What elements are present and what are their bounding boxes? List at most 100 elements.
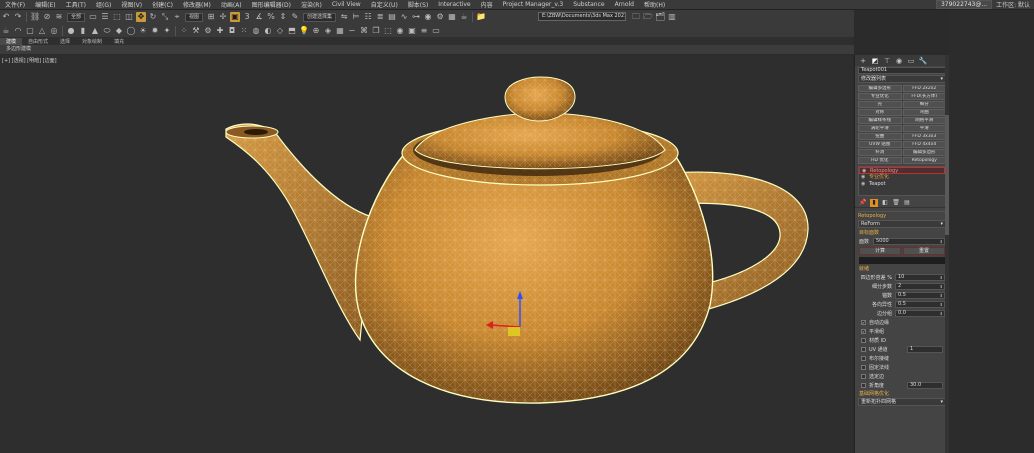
configure-sets-icon[interactable]: ▤ (903, 199, 911, 207)
window-crossing-icon[interactable]: ◫ (124, 12, 134, 22)
select-manipulate-icon[interactable]: ✢ (218, 12, 228, 22)
menu-item[interactable]: Civil View (327, 1, 366, 8)
modifier-button[interactable]: 扭曲 (858, 133, 902, 140)
clone-icon[interactable]: ❐ (371, 26, 381, 36)
omni-light-icon[interactable]: ✦ (162, 26, 172, 36)
menu-item[interactable]: 修改器(M) (178, 0, 216, 9)
remove-modifier-icon[interactable]: 🗑 (892, 199, 900, 207)
menu-item[interactable]: 组(G) (91, 0, 116, 9)
cone-icon[interactable]: ▲ (90, 26, 100, 36)
menu-item[interactable]: 帮助(H) (639, 0, 670, 9)
ribbon-tab[interactable]: 自由形式 (22, 38, 54, 45)
stack-item[interactable]: ◉ Retopology (859, 167, 945, 174)
ribbon-tab[interactable]: 填充 (108, 38, 130, 45)
selection-filter-select[interactable]: 全部 (67, 12, 86, 22)
footer-select[interactable]: 重新拓扑四网格 (858, 398, 946, 406)
frame-icon[interactable]: ▭ (431, 26, 441, 36)
align-icon[interactable]: ⊨ (351, 12, 361, 22)
checkbox-box[interactable]: ✓ (861, 319, 866, 325)
ribbon-tab[interactable]: 建模 (0, 37, 23, 45)
param-spinner[interactable]: 2 (895, 282, 945, 290)
rect-region-icon[interactable]: ⬚ (112, 12, 122, 22)
bulb-icon[interactable]: 💡 (299, 26, 309, 36)
visibility-icon[interactable]: ◉ (861, 181, 865, 188)
viewport-label[interactable]: [+] [透视] [明暗] [边面] (2, 57, 57, 64)
menu-item[interactable]: 图形编辑器(D) (247, 0, 296, 9)
perspective-viewport[interactable]: [+] [透视] [明暗] [边面] (0, 55, 853, 453)
compute-button[interactable]: 计算 (859, 247, 901, 255)
modifier-list-select[interactable]: 修改器列表 (858, 75, 946, 83)
ribbon-tab[interactable]: 对象绘制 (76, 38, 108, 45)
utilities-tab-icon[interactable]: 🔧 (917, 57, 929, 65)
rotate-icon[interactable]: ↻ (148, 12, 158, 22)
modifier-button[interactable]: 弯曲 (902, 109, 946, 116)
modifier-button[interactable]: 编辑样条线 (858, 117, 902, 124)
spindle-icon[interactable]: ◆ (114, 26, 124, 36)
target-icon[interactable]: ⊕ (311, 26, 321, 36)
menu-item[interactable]: 视图(V) (116, 0, 147, 9)
place-icon[interactable]: ⌖ (172, 12, 182, 22)
align-icon[interactable]: ≡ (419, 26, 429, 36)
modifier-button[interactable]: 编辑多边形 (858, 85, 902, 92)
keyboard-shortcut-override-icon[interactable]: ▣ (230, 12, 241, 22)
mirror-icon[interactable]: ⇋ (339, 12, 349, 22)
user-account[interactable]: 379022743@... (935, 0, 993, 9)
display-tab-icon[interactable]: ▭ (905, 57, 917, 65)
link-icon[interactable]: ⛓ (30, 12, 40, 22)
menu-item[interactable]: Substance (568, 1, 609, 8)
toggle-layer-explorer-icon[interactable]: ≣ (375, 12, 385, 22)
show-end-result-icon[interactable]: ▮ (870, 198, 878, 207)
open-folder-icon[interactable]: 🗁 (643, 12, 653, 22)
modifier-button[interactable]: 网格平滑 (902, 117, 946, 124)
project-path-field[interactable]: E:\ZBW\Documents\3ds Max 2021 (538, 12, 626, 21)
save-folder-icon[interactable]: 🗂 (655, 12, 665, 22)
modifier-button[interactable]: UVW 贴图 (858, 141, 902, 148)
group-icon[interactable]: ▣ (407, 26, 417, 36)
select-icon[interactable]: ⬚ (383, 26, 393, 36)
grid-icon[interactable]: ▦ (335, 26, 345, 36)
option-checkbox[interactable]: 布尔接缝 (861, 354, 943, 362)
material-ball-icon[interactable]: ◐ (263, 26, 273, 36)
cube-icon[interactable]: ⬒ (287, 26, 297, 36)
option-checkbox[interactable]: 固定法线 (861, 363, 943, 371)
checkbox-box[interactable] (861, 337, 866, 343)
workspace-select[interactable]: 工作区: 默认 (996, 0, 1034, 9)
material-editor-icon[interactable]: ◉ (423, 12, 433, 22)
teapot-render[interactable] (0, 55, 853, 453)
eye-icon[interactable]: ◉ (395, 26, 405, 36)
stack-item[interactable]: ◉ 专业优化 (859, 174, 945, 181)
menu-item[interactable]: 内容 (476, 0, 498, 9)
method-select[interactable]: ReForm (858, 220, 946, 228)
option-checkbox[interactable]: ✓ 自动边缘 (861, 318, 943, 326)
modifier-button[interactable]: 编辑多边形 (902, 149, 946, 156)
modifier-button[interactable]: 对称 (858, 109, 902, 116)
capsule-icon[interactable]: ⬭ (102, 26, 112, 36)
modifier-icon[interactable]: ⌘ (359, 26, 369, 36)
menu-item[interactable]: 自定义(U) (366, 0, 403, 9)
sun-icon[interactable]: ☀ (138, 26, 148, 36)
modifier-button[interactable]: 细分 (902, 101, 946, 108)
render-icon[interactable]: ◈ (323, 26, 333, 36)
cylinder-icon[interactable]: ▮ (78, 26, 88, 36)
menu-item[interactable]: 创建(C) (147, 0, 178, 9)
param-spinner[interactable]: 0.5 (895, 300, 945, 308)
render-production-icon[interactable]: ☕ (459, 12, 469, 22)
object-name-field[interactable]: Teapot001 (858, 67, 951, 74)
sphere-icon[interactable]: ● (66, 26, 76, 36)
rendered-frame-icon[interactable]: ▦ (447, 12, 457, 22)
angle-snap-icon[interactable]: ∡ (254, 12, 264, 22)
checkbox-box[interactable] (861, 373, 866, 379)
modifier-button[interactable]: FFD 3x3x3 (902, 133, 946, 140)
particle-icon[interactable]: ⁙ (239, 26, 249, 36)
modify-tab-icon[interactable]: ◩ (869, 57, 881, 65)
checkbox-box[interactable] (861, 346, 866, 352)
option-checkbox[interactable]: UV 通道 1 (861, 345, 943, 353)
make-unique-icon[interactable]: ◧ (881, 199, 889, 207)
checkbox-box[interactable] (861, 355, 866, 361)
menu-item[interactable]: 渲染(R) (296, 0, 327, 9)
light-icon[interactable]: ✹ (150, 26, 160, 36)
option-checkbox[interactable]: 材质 ID (861, 336, 943, 344)
pyramid-icon[interactable]: △ (37, 26, 47, 36)
render-setup-icon[interactable]: ⚙ (435, 12, 445, 22)
menu-item[interactable]: 脚本(S) (403, 0, 434, 9)
